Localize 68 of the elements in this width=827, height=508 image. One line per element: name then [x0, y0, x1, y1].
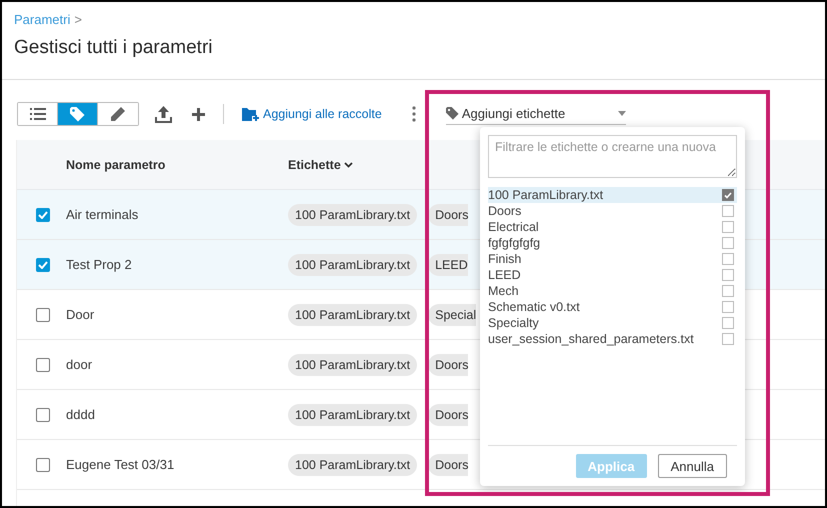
tag-option[interactable]: 100 ParamLibrary.txt	[488, 187, 737, 203]
tag-chip: Special	[428, 304, 476, 326]
tag-option[interactable]: Mech	[488, 283, 737, 299]
add-to-collections-button[interactable]: Aggiungi alle raccolte	[242, 106, 382, 122]
option-checkbox[interactable]	[722, 221, 734, 233]
row-checkbox[interactable]	[36, 208, 50, 222]
option-checkbox[interactable]	[722, 237, 734, 249]
sort-caret-icon	[344, 162, 353, 168]
parameter-name: Eugene Test 03/31	[66, 457, 174, 472]
cancel-button[interactable]: Annulla	[658, 454, 727, 478]
tag-option[interactable]: Schematic v0.txt	[488, 299, 737, 315]
tag-option[interactable]: user_session_shared_parameters.txt	[488, 331, 737, 347]
view-mode-button[interactable]	[58, 103, 98, 125]
parameter-name: Door	[66, 307, 94, 322]
parameter-name: dddd	[66, 407, 95, 422]
tag-chip: 100 ParamLibrary.txt	[288, 254, 418, 276]
list-icon	[30, 108, 46, 120]
tag-chip: 100 ParamLibrary.txt	[288, 204, 418, 226]
column-header[interactable]: Etichette	[288, 158, 353, 172]
folder-add-icon	[242, 106, 259, 122]
upload-button[interactable]	[155, 106, 172, 122]
row-checkbox[interactable]	[36, 358, 50, 372]
tag-option[interactable]: Electrical	[488, 219, 737, 235]
tag-chip: 100 ParamLibrary.txt	[288, 454, 418, 476]
caret-icon	[618, 111, 626, 116]
tag-option[interactable]: fgfgfgfgfg	[488, 235, 737, 251]
row-checkbox[interactable]	[36, 458, 50, 472]
tag-chip: Doors	[428, 404, 468, 426]
tag-chip: Doors	[428, 454, 468, 476]
tag-option[interactable]: Specialty	[488, 315, 737, 331]
option-checkbox[interactable]	[722, 269, 734, 281]
page-title: Gestisci tutti i parametri	[14, 37, 214, 59]
tag-chip: Doors	[428, 354, 468, 376]
tag-option[interactable]: Finish	[488, 251, 737, 267]
plus-icon	[192, 108, 205, 120]
more-button[interactable]	[412, 106, 416, 122]
option-checkbox[interactable]	[722, 285, 734, 297]
breadcrumb-separator: >	[74, 12, 82, 27]
tag-icon	[70, 106, 85, 122]
option-checkbox[interactable]	[722, 317, 734, 329]
option-checkbox[interactable]	[722, 189, 734, 201]
parameter-name: Air terminals	[66, 207, 138, 222]
option-checkbox[interactable]	[722, 253, 734, 265]
add-tags-dropdown[interactable]: Aggiungi etichette	[446, 103, 626, 125]
row-checkbox[interactable]	[36, 258, 50, 272]
view-mode-switch[interactable]	[17, 102, 139, 126]
more-icon	[412, 106, 416, 122]
upload-icon	[155, 106, 172, 122]
tag-chip: 100 ParamLibrary.txt	[288, 404, 418, 426]
tag-chip: LEED	[428, 254, 468, 276]
tag-filter-field[interactable]: Filtrare le etichette o crearne una nuova	[488, 135, 737, 178]
parameter-name: Test Prop 2	[66, 257, 132, 272]
view-mode-button[interactable]	[18, 103, 58, 125]
option-checkbox[interactable]	[722, 301, 734, 313]
row-checkbox[interactable]	[36, 308, 50, 322]
option-checkbox[interactable]	[722, 333, 734, 345]
tag-chip: 100 ParamLibrary.txt	[288, 354, 418, 376]
tag-chip: Doors	[428, 204, 468, 226]
add-button[interactable]	[192, 108, 205, 120]
option-checkbox[interactable]	[722, 205, 734, 217]
row-checkbox[interactable]	[36, 408, 50, 422]
tag-option[interactable]: LEED	[488, 267, 737, 283]
parameter-name: door	[66, 357, 92, 372]
pencil-icon	[110, 106, 126, 122]
tag-option[interactable]: Doors	[488, 203, 737, 219]
tag-icon	[446, 107, 459, 120]
column-header[interactable]: Nome parametro	[66, 158, 166, 172]
tag-chip: 100 ParamLibrary.txt	[288, 304, 418, 326]
